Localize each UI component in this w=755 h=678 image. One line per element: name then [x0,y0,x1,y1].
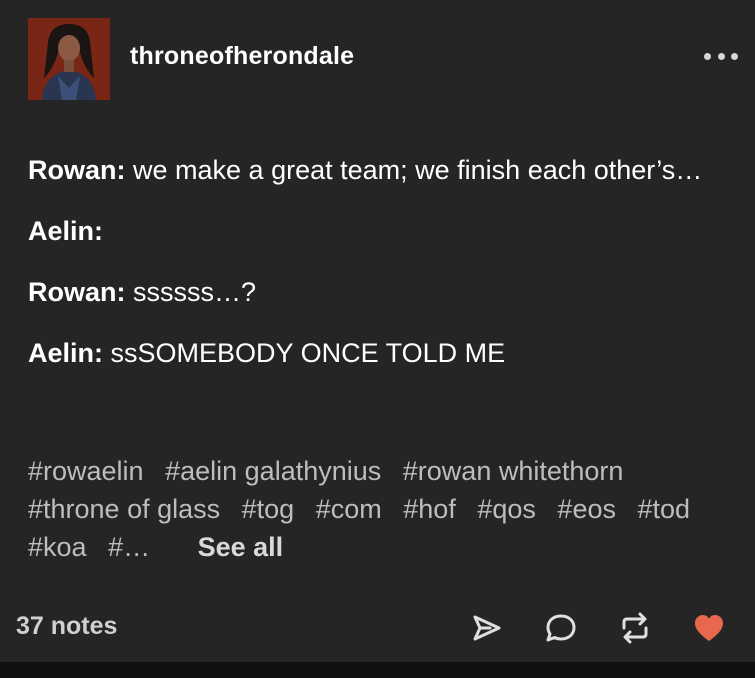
more-dots-icon [704,52,711,60]
tag-link[interactable]: #tog [242,490,295,528]
dialogue-line: Rowan: we make a great team; we finish e… [28,148,718,193]
like-heart-icon[interactable] [692,611,726,645]
tag-link[interactable]: #throne of glass [28,490,220,528]
share-icon[interactable] [470,611,504,645]
tag-link[interactable]: #… [108,528,150,566]
notes-count[interactable]: 37 notes [16,612,117,641]
post-body: Rowan: we make a great team; we finish e… [28,148,718,392]
tag-link[interactable]: #aelin galathynius [165,452,381,490]
dialogue-text: ssSOMEBODY ONCE TOLD ME [110,338,506,368]
tag-list: #rowaelin #aelin galathynius #rowan whit… [28,452,728,566]
post-actions [470,606,726,650]
bottom-edge [0,662,755,678]
more-dots-icon [717,52,725,60]
tag-link[interactable]: #tod [638,490,691,528]
speaker-name: Rowan: [28,155,126,185]
tag-link[interactable]: #rowaelin [28,452,144,490]
tag-link[interactable]: #koa [28,528,87,566]
post-footer: 37 notes [16,606,726,650]
tag-link[interactable]: #qos [477,490,536,528]
username-link[interactable]: throneofherondale [130,42,354,71]
dialogue-line: Aelin: [28,209,718,254]
tag-link[interactable]: #rowan whitethorn [403,452,624,490]
tag-link[interactable]: #hof [403,490,456,528]
see-all-tags-button[interactable]: See all [198,528,284,566]
more-dots-icon [731,52,738,60]
speaker-name: Rowan: [28,277,126,307]
post-card: throneofherondale Rowan: we make a great… [0,0,755,678]
avatar-portrait-icon [28,18,110,100]
tag-link[interactable]: #com [316,490,382,528]
avatar[interactable] [28,18,110,100]
dialogue-line: Aelin: ssSOMEBODY ONCE TOLD ME [28,331,718,376]
post-header: throneofherondale [28,18,738,100]
dialogue-line: Rowan: ssssss…? [28,270,718,315]
dialogue-text: we make a great team; we finish each oth… [133,155,703,185]
tag-link[interactable]: #eos [557,490,616,528]
more-options-button[interactable] [704,46,738,66]
speaker-name: Aelin: [28,216,104,246]
reblog-icon[interactable] [618,611,652,645]
dialogue-text: ssssss…? [133,277,257,307]
speaker-name: Aelin: [28,338,104,368]
reply-icon[interactable] [544,611,578,645]
